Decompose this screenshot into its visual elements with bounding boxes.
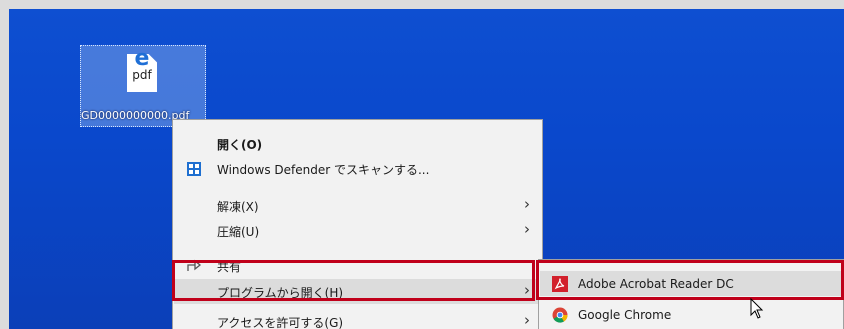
mouse-cursor-icon: [750, 298, 764, 319]
menu-item-compress[interactable]: 圧縮(U) ›: [174, 218, 542, 243]
menu-item-give-access[interactable]: アクセスを許可する(G) ›: [174, 309, 542, 329]
chevron-right-icon: ›: [524, 311, 530, 329]
submenu-item-label: Google Chrome: [578, 308, 672, 322]
menu-item-label: 解凍(X): [217, 200, 259, 214]
menu-item-label: アクセスを許可する(G): [217, 316, 344, 329]
highlight-box-adobe: [536, 260, 844, 300]
menu-item-label: Windows Defender でスキャンする...: [217, 163, 430, 177]
highlight-box-open-with: [172, 260, 535, 301]
desktop: e pdf GD0000000000.pdf 開く(O) Windows Def…: [9, 9, 844, 329]
menu-item-open[interactable]: 開く(O): [174, 131, 542, 156]
chevron-right-icon: ›: [524, 220, 530, 238]
chevron-right-icon: ›: [524, 195, 530, 213]
menu-item-extract[interactable]: 解凍(X) ›: [174, 193, 542, 218]
google-chrome-icon: [552, 307, 568, 323]
menu-item-label: 開く(O): [217, 138, 263, 152]
submenu-item-google-chrome[interactable]: Google Chrome: [540, 302, 842, 327]
windows-defender-icon: [187, 162, 201, 176]
menu-item-scan-defender[interactable]: Windows Defender でスキャンする...: [174, 156, 542, 181]
menu-item-label: 圧縮(U): [217, 225, 260, 239]
file-ext-label: pdf: [132, 68, 152, 82]
desktop-file-icon[interactable]: e pdf GD0000000000.pdf: [80, 45, 206, 127]
